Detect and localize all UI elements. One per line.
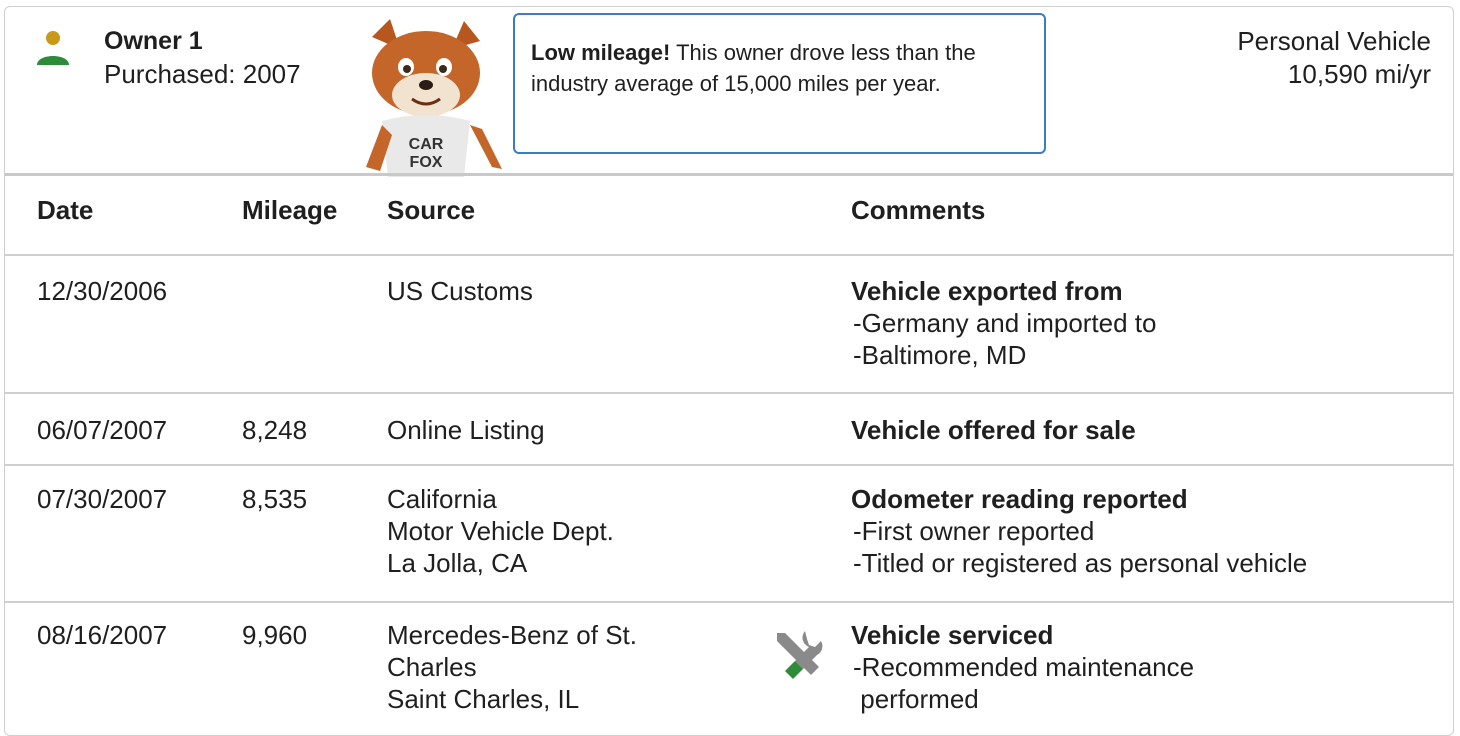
row-divider <box>5 601 1453 603</box>
row4-comment-title: Vehicle serviced <box>851 620 1054 650</box>
row1-date: 12/30/2006 <box>37 276 168 306</box>
row1-comment-title: Vehicle exported from <box>851 276 1123 306</box>
row-divider <box>5 254 1453 256</box>
row3-comment-item-1: -First owner reported <box>853 516 1095 546</box>
column-header-mileage: Mileage <box>242 195 338 225</box>
usage-type: Personal Vehicle <box>1237 26 1431 56</box>
owner-history-card: Owner 1 Purchased: 2007 CAR FOX Low mile… <box>4 6 1454 736</box>
column-header-source: Source <box>387 195 476 225</box>
row1-comment-item-1: -Germany and imported to <box>853 308 1157 338</box>
row3-comments: Odometer reading reported -First owner r… <box>851 483 1431 579</box>
row1-source: US Customs <box>387 276 533 306</box>
row4-comment-item-1: -Recommended maintenance <box>853 652 1195 682</box>
row3-source-line-3: La Jolla, CA <box>387 548 528 578</box>
row3-source-line-1: California <box>387 484 497 514</box>
row4-mileage: 9,960 <box>242 620 308 650</box>
row-divider <box>5 392 1453 394</box>
low-mileage-callout: Low mileage! This owner drove less than … <box>513 13 1046 154</box>
row3-source-line-2: Motor Vehicle Dept. <box>387 516 614 546</box>
row2-date: 06/07/2007 <box>37 415 168 445</box>
row-divider <box>5 464 1453 466</box>
row3-comment-title: Odometer reading reported <box>851 484 1188 514</box>
row3-mileage: 8,535 <box>242 484 308 514</box>
row2-comment-title: Vehicle offered for sale <box>851 415 1136 445</box>
callout-heading: Low mileage! <box>531 40 671 65</box>
row1-comments: Vehicle exported from -Germany and impor… <box>851 275 1431 371</box>
header-divider <box>5 173 1453 176</box>
svg-text:FOX: FOX <box>410 154 443 171</box>
row4-comments: Vehicle serviced -Recommended maintenanc… <box>851 619 1431 715</box>
row3-source: California Motor Vehicle Dept. La Jolla,… <box>387 483 614 579</box>
owner-purchased-year: Purchased: 2007 <box>104 59 301 89</box>
service-tools-icon <box>777 631 823 679</box>
miles-per-year: 10,590 mi/yr <box>1287 59 1431 89</box>
row2-mileage: 8,248 <box>242 415 308 445</box>
usage-summary: Personal Vehicle 10,590 mi/yr <box>1237 25 1431 91</box>
row4-comment-item-2: performed <box>860 684 979 714</box>
row4-source-line-1: Mercedes-Benz of St. <box>387 620 637 650</box>
svg-text:CAR: CAR <box>409 136 444 153</box>
row3-date: 07/30/2007 <box>37 484 168 514</box>
row4-source: Mercedes-Benz of St. Charles Saint Charl… <box>387 619 637 715</box>
row1-comment-item-2: -Baltimore, MD <box>853 340 1027 370</box>
owner-title: Owner 1 <box>104 27 203 55</box>
column-header-date: Date <box>37 195 94 225</box>
owner-header: Owner 1 Purchased: 2007 CAR FOX Low mile… <box>5 7 1453 177</box>
row4-source-line-2: Charles <box>387 652 477 682</box>
row3-comment-item-2: -Titled or registered as personal vehicl… <box>853 548 1308 578</box>
owner-person-icon <box>37 31 69 65</box>
carfox-mascot-image: CAR FOX <box>366 19 502 177</box>
column-header-comments: Comments <box>851 195 986 225</box>
row4-source-line-3: Saint Charles, IL <box>387 684 580 714</box>
row2-source: Online Listing <box>387 415 545 445</box>
row4-date: 08/16/2007 <box>37 620 168 650</box>
